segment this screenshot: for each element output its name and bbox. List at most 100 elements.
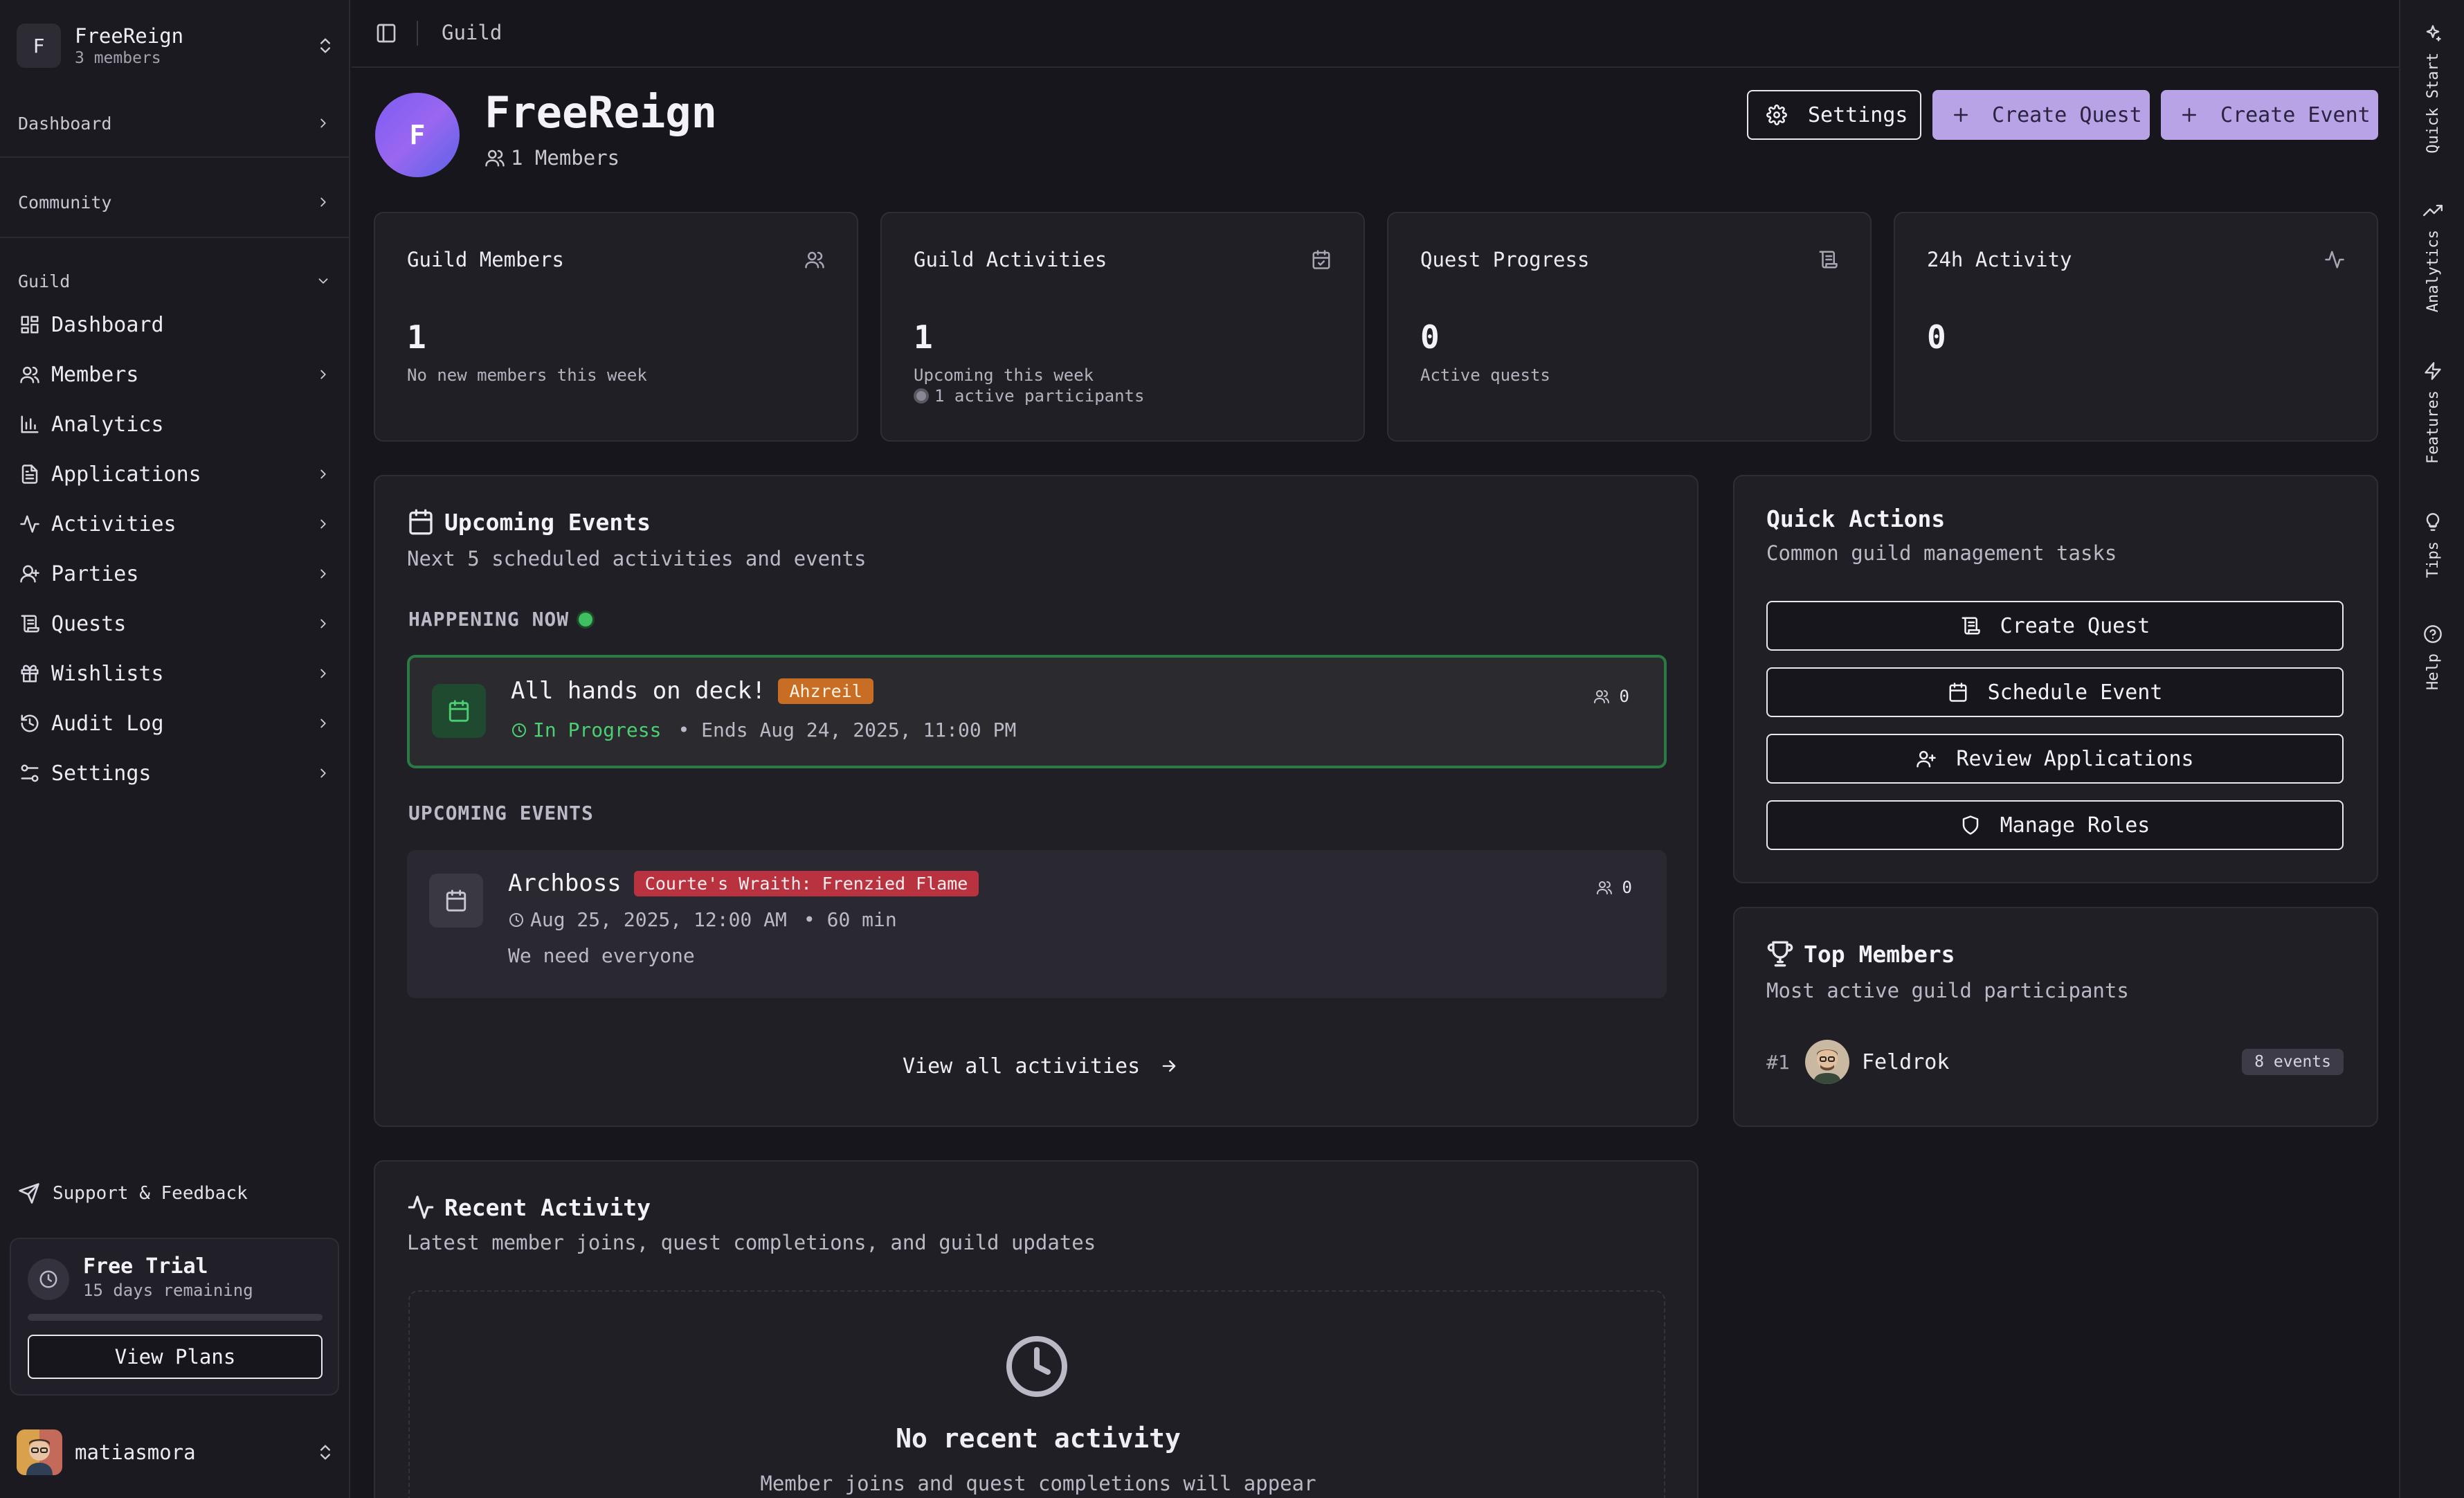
gear-icon — [1766, 105, 1787, 125]
workspace-avatar: F — [17, 24, 61, 68]
sidebar-item-audit-log[interactable]: Audit Log — [19, 705, 331, 741]
rail-features[interactable]: Features — [2400, 361, 2464, 464]
workspace-member-count: 3 members — [75, 49, 161, 67]
top-bar: Guild — [352, 0, 2400, 68]
top-members-title: Top Members — [1766, 940, 1955, 968]
sidebar-item-analytics[interactable]: Analytics — [19, 406, 331, 442]
sidebar-item-settings[interactable]: Settings — [19, 755, 331, 791]
section-label: Dashboard — [18, 113, 112, 134]
stat-title: Guild Members — [407, 248, 564, 271]
qa-label: Create Quest — [2000, 613, 2150, 638]
event-card-current[interactable]: All hands on deck! Ahzreil In Progress •… — [407, 655, 1667, 768]
section-label: Guild — [18, 271, 71, 291]
recent-activity-title: Recent Activity — [407, 1193, 651, 1221]
event-status: In Progress — [533, 719, 662, 741]
support-label: Support & Feedback — [53, 1183, 248, 1204]
rail-analytics[interactable]: Analytics — [2400, 201, 2464, 312]
bar-chart-icon — [21, 415, 39, 433]
create-quest-button[interactable]: Create Quest — [1932, 90, 2150, 140]
clock-icon — [509, 912, 523, 927]
settings-button[interactable]: Settings — [1747, 90, 1921, 140]
sparkles-icon — [2426, 25, 2441, 42]
rail-tips[interactable]: Tips — [2400, 512, 2464, 578]
clock-icon — [1006, 1336, 1067, 1397]
event-count-value: 0 — [1622, 878, 1632, 897]
stat-value: 0 — [1927, 318, 1946, 356]
sidebar-item-applications[interactable]: Applications — [19, 456, 331, 492]
stat-subtitle: Active quests — [1420, 366, 1550, 385]
member-event-badge: 8 events — [2242, 1049, 2344, 1075]
users-icon — [1596, 881, 1612, 894]
quick-actions-title: Quick Actions — [1766, 505, 1946, 532]
calendar-check-icon — [1312, 250, 1330, 269]
workspace-switcher[interactable]: F FreeReign 3 members — [17, 21, 335, 71]
list-item[interactable]: #1 Feldrok 8 events — [1766, 1037, 2344, 1087]
chevron-down-icon — [318, 278, 328, 284]
chevron-right-icon — [320, 370, 326, 379]
rail-label: Analytics — [2424, 230, 2442, 313]
sidebar-toggle-icon[interactable] — [375, 22, 397, 44]
send-icon — [19, 1183, 39, 1204]
event-ends: • Ends Aug 24, 2025, 11:00 PM — [678, 719, 1017, 741]
stat-card-24h-activity: 24h Activity 0 — [1894, 212, 2378, 442]
support-feedback-link[interactable]: Support & Feedback — [18, 1180, 248, 1207]
participants-dot-icon — [914, 388, 929, 404]
sidebar-section-dashboard[interactable]: Dashboard — [18, 109, 331, 137]
event-count-value: 0 — [1619, 687, 1629, 706]
create-event-button[interactable]: Create Event — [2161, 90, 2378, 140]
avatar — [1805, 1040, 1849, 1084]
sidebar-item-quests[interactable]: Quests — [19, 606, 331, 642]
trial-remaining: 15 days remaining — [83, 1281, 253, 1300]
grid-icon — [21, 316, 39, 334]
chevrons-up-down-icon — [320, 1445, 330, 1460]
chevron-right-icon — [320, 519, 326, 529]
stat-value: 0 — [1420, 318, 1440, 356]
calendar-icon — [1949, 683, 1967, 702]
user-menu[interactable]: matiasmora — [17, 1427, 335, 1477]
chevron-right-icon — [320, 619, 326, 629]
stat-subtitle: Upcoming this week — [914, 366, 1094, 385]
rail-help[interactable]: Help — [2400, 624, 2464, 690]
scroll-icon — [1962, 617, 1980, 635]
happening-now-label: HAPPENING NOW — [408, 608, 593, 631]
stat-card-quest-progress: Quest Progress 0 Active quests — [1387, 212, 1872, 442]
scroll-icon — [1819, 251, 1838, 269]
rail-quick-start[interactable]: Quick Start — [2400, 24, 2464, 154]
users-icon — [20, 366, 39, 383]
sidebar-item-activities[interactable]: Activities — [19, 506, 331, 542]
event-title-row: Archboss Courte's Wraith: Frenzied Flame — [508, 869, 979, 897]
trial-progress-bar — [28, 1314, 323, 1321]
sidebar-item-label: Quests — [51, 611, 127, 636]
qa-review-applications-button[interactable]: Review Applications — [1766, 734, 2344, 784]
event-tag: Courte's Wraith: Frenzied Flame — [633, 870, 979, 896]
app-root: F FreeReign 3 members Dashboard Communit… — [0, 0, 2464, 1498]
happening-now-text: HAPPENING NOW — [408, 608, 570, 631]
recent-activity-desc: Latest member joins, quest completions, … — [407, 1231, 1096, 1254]
breadcrumb[interactable]: Guild — [442, 21, 502, 44]
view-all-label: View all activities — [903, 1054, 1141, 1079]
page-title: FreeReign — [484, 87, 717, 138]
upcoming-events-title-text: Upcoming Events — [444, 508, 651, 536]
sidebar-item-wishlists[interactable]: Wishlists — [19, 656, 331, 692]
view-all-activities-link[interactable]: View all activities — [903, 1052, 1179, 1080]
qa-create-quest-button[interactable]: Create Quest — [1766, 601, 2344, 651]
stat-participants-label: 1 active participants — [934, 386, 1145, 406]
sidebar: F FreeReign 3 members Dashboard Communit… — [0, 0, 350, 1498]
create-quest-label: Create Quest — [1992, 102, 2142, 127]
sidebar-section-community[interactable]: Community — [18, 188, 331, 216]
chevron-right-icon — [320, 768, 326, 778]
view-plans-button[interactable]: View Plans — [28, 1335, 323, 1379]
sidebar-item-parties[interactable]: Parties — [19, 556, 331, 592]
guild-avatar: F — [375, 93, 460, 177]
sidebar-item-members[interactable]: Members — [19, 357, 331, 392]
sidebar-item-label: Parties — [51, 561, 139, 586]
trial-card: Free Trial 15 days remaining View Plans — [10, 1238, 339, 1396]
sidebar-item-dashboard[interactable]: Dashboard — [19, 307, 331, 343]
calendar-icon — [432, 684, 486, 738]
qa-schedule-event-button[interactable]: Schedule Event — [1766, 667, 2344, 717]
sidebar-section-guild[interactable]: Guild — [18, 267, 331, 295]
qa-manage-roles-button[interactable]: Manage Roles — [1766, 800, 2344, 850]
empty-state-desc: Member joins and quest completions will … — [760, 1472, 1316, 1495]
chevron-right-icon — [320, 469, 326, 479]
event-card-next[interactable]: Archboss Courte's Wraith: Frenzied Flame… — [407, 850, 1667, 998]
